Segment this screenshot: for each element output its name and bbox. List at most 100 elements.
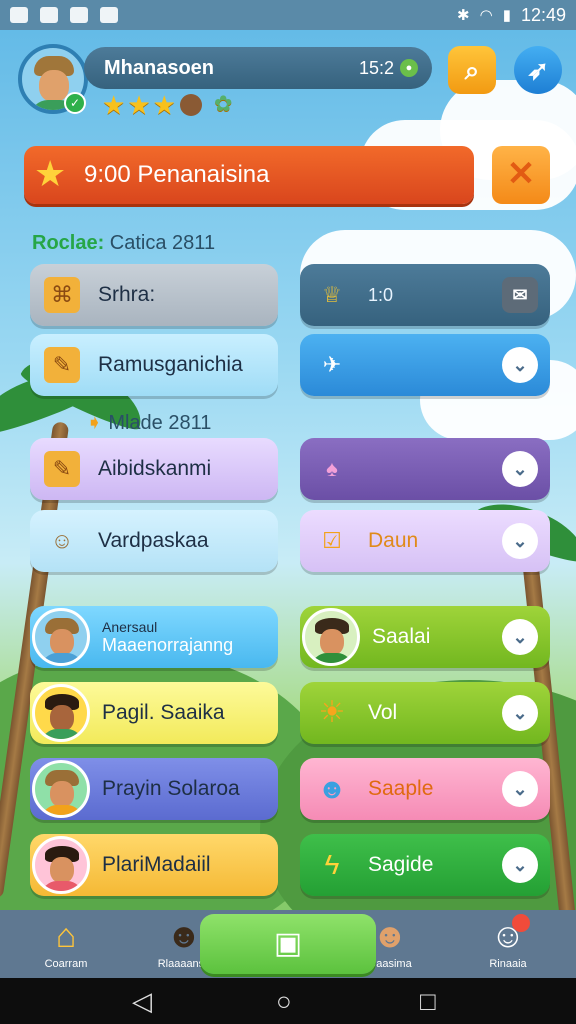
list-item-caption: Anersaul [102,618,158,635]
rocket-icon: ➶ [527,55,549,85]
player-name: Mhanasoen [104,56,215,79]
chevron-down-icon[interactable]: ⌄ [502,347,538,383]
list-item-label: Saaple [368,777,434,800]
star-icon: ★ [127,90,151,120]
section-label-mlade: ➧ Mlade 2811 [86,410,211,435]
list-item-label: Srhra: [98,283,156,306]
player-score: 15:2 [358,57,394,78]
nav-center-button[interactable]: ▣ [200,914,376,974]
mail-icon[interactable]: ✉ [502,277,538,313]
chevron-down-icon[interactable]: ⌄ [502,619,538,655]
recents-icon[interactable]: □ [420,986,436,1016]
ribbon-icon: ♕ [322,282,342,307]
list-item-text: Anersaul Maaenorrajanng [102,619,233,656]
home-circle-icon[interactable]: ○ [276,986,292,1016]
list-item-label: Maaenorrajanng [102,634,234,655]
list-item[interactable]: Saalai ⌄ [300,606,550,668]
promo-text: 9:00 Penanaisina [84,161,270,188]
list-item-label: Pagil. Saaika [102,701,225,724]
status-bar: ✱ ◠ ▮ 12:49 [0,0,576,30]
notification-badge [512,914,530,932]
list-item-label: Saalai [372,625,431,648]
chevron-down-icon[interactable]: ⌄ [502,451,538,487]
status-time: 12:49 [520,4,566,25]
close-icon: ✕ [506,155,536,193]
pencil-icon: ✎ [44,451,80,487]
card-icon: ▣ [273,927,303,960]
chevron-down-icon[interactable]: ⌄ [502,847,538,883]
lightning-icon: ϟ [324,849,340,880]
avatar [32,836,90,894]
sim-icon [40,7,58,23]
nav-label: Rinaaia [489,958,527,970]
list-item[interactable]: ♕ 1:0 ✉ [300,264,550,326]
score-status-icon: ● [400,59,418,77]
player-name-bar[interactable]: Mhanasoen 15:2 ● [84,47,432,89]
avatar [32,608,90,666]
list-item-label: Aibidskanmi [98,457,212,480]
shield-icon [70,7,88,23]
search-icon: ⌕ [464,55,480,85]
list-item[interactable]: ☻ Saaple ⌄ [300,758,550,820]
system-navigation: ◁ ○ □ [0,978,576,1024]
search-button[interactable]: ⌕ [448,46,496,94]
chevron-down-icon[interactable]: ⌄ [502,695,538,731]
list-item-label: Sagide [368,853,434,876]
home-icon: ⌂ [55,917,77,955]
pencil-icon: ✎ [44,347,80,383]
creature-icon: ☻ [317,773,347,804]
list-item[interactable]: ☑ Daun ⌄ [300,510,550,572]
list-item-label: Daun [368,529,419,552]
bluetooth-icon: ✱ [457,7,470,24]
arrow-icon: ➧ [86,412,103,434]
section-text: Mlade 2811 [108,412,212,434]
verified-check-icon: ✓ [64,92,86,114]
list-item[interactable]: Anersaul Maaenorrajanng [30,606,278,668]
nav-home[interactable]: ⌂ Coarram [26,914,106,970]
list-item[interactable]: ⌘ Srhra: [30,264,278,326]
list-item-label: 1:0 [368,284,394,305]
section-prefix: Roclae: [32,232,105,254]
list-item[interactable]: Prayin Solaroa [30,758,278,820]
nav-messages[interactable]: ☺ Rinaaia [468,914,548,970]
star-icon: ★ [152,90,176,120]
boost-button[interactable]: ➶ [514,46,562,94]
star-icon: ★ [102,90,126,120]
list-item-label: Vardpaskaa [98,529,209,552]
nav-label: Coarram [44,958,88,970]
close-button[interactable]: ✕ [492,146,550,204]
promo-banner[interactable]: ★ 9:00 Penanaisina [24,146,474,204]
avatar [302,608,360,666]
avatar-icon: ☺ [490,917,526,955]
list-item-label: Vol [368,701,398,724]
list-item[interactable]: ϟ Sagide ⌄ [300,834,550,896]
chevron-down-icon[interactable]: ⌄ [502,523,538,559]
list-item[interactable]: ☀ Vol ⌄ [300,682,550,744]
game-icon [100,7,118,23]
list-item[interactable]: ✎ Ramusganichia [30,334,278,396]
list-item-label: Ramusganichia [98,353,243,376]
list-item-label: Prayin Solaroa [102,777,240,800]
section-label-roclae: Roclae: Catica 2811 [32,232,215,255]
list-item[interactable]: ✎ Aibidskanmi [30,438,278,500]
puzzle-icon: ⌘ [44,277,80,313]
avatar [32,684,90,742]
sun-icon: ☀ [318,696,346,729]
list-item[interactable]: ☺ Vardpaskaa [30,510,278,572]
plane-icon: ✈ [322,352,342,377]
list-item-label: PlariMadaiil [102,853,211,876]
wifi-icon: ◠ [479,7,493,24]
gallery-icon [10,7,28,23]
list-item[interactable]: ♠ ⌄ [300,438,550,500]
back-icon[interactable]: ◁ [132,986,152,1016]
coin-icon [179,94,202,116]
signal-icon: ▮ [502,7,511,24]
list-item[interactable]: Pagil. Saaika [30,682,278,744]
chevron-down-icon[interactable]: ⌄ [502,771,538,807]
list-item[interactable]: PlariMadaiil [30,834,278,896]
list-item[interactable]: ✈ ⌄ [300,334,550,396]
box-icon: ☑ [322,528,342,553]
section-text: Catica 2811 [104,232,216,254]
bug-icon: ✿ [213,91,233,116]
rating-stars: ★ ★ ★ ✿ [102,90,232,121]
